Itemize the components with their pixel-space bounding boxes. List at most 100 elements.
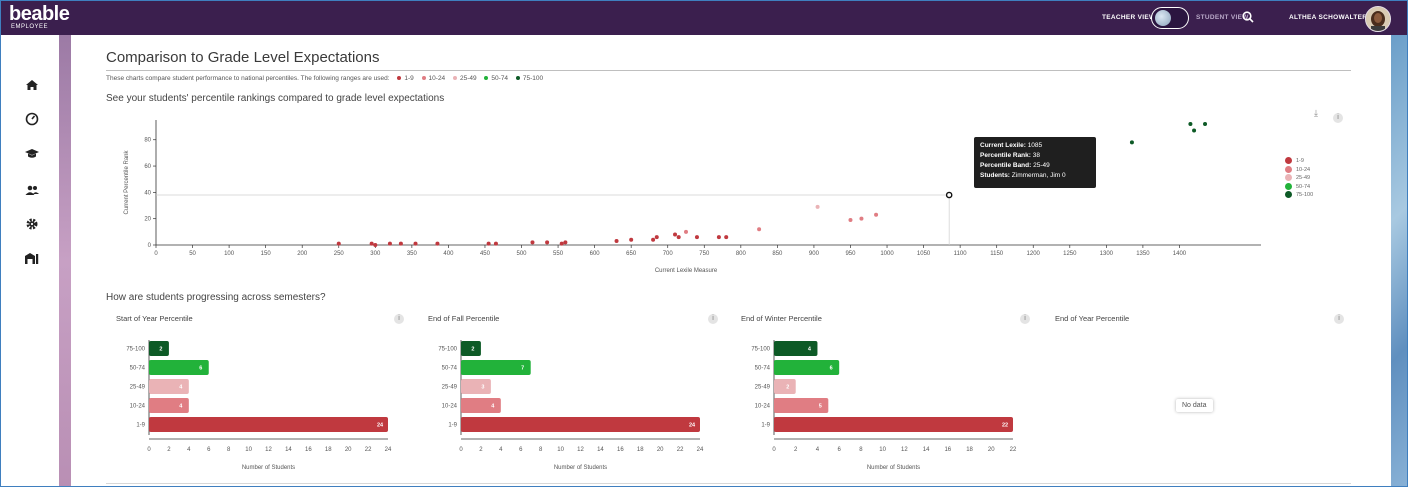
point-tooltip: Current Lexile: 1085 Percentile Rank: 38… (974, 137, 1096, 188)
category-label: 10-24 (755, 404, 771, 410)
y-tick-label: 40 (144, 190, 151, 196)
gear-icon[interactable] (24, 216, 40, 232)
info-icon[interactable]: i (1020, 314, 1030, 324)
data-point (398, 241, 403, 246)
x-tick-label: 16 (617, 447, 624, 453)
category-label: 50-74 (755, 366, 771, 372)
bar-value-label: 5 (819, 404, 822, 410)
x-tick-label: 10 (879, 447, 886, 453)
x-tick-label: 4 (187, 447, 191, 453)
x-tick-label: 900 (809, 251, 820, 257)
x-tick-label: 16 (305, 447, 312, 453)
x-tick-label: 800 (736, 251, 747, 257)
data-point (336, 241, 341, 246)
panel-title-fall: End of Fall Percentile (428, 314, 500, 323)
logo[interactable]: beable (9, 4, 70, 24)
x-tick-label: 20 (988, 447, 995, 453)
x-tick-label: 14 (285, 447, 292, 453)
view-toggle[interactable] (1151, 7, 1189, 29)
range-label: 25-49 (459, 75, 477, 82)
x-axis-label: Current Lexile Measure (655, 268, 718, 274)
teacher-view-label[interactable]: TEACHER VIEW (1102, 14, 1155, 21)
x-tick-label: 300 (370, 251, 381, 257)
legend-item[interactable]: 50-74 (1285, 182, 1313, 192)
home-icon[interactable] (24, 77, 40, 93)
users-icon[interactable] (24, 182, 40, 198)
legend-item[interactable]: 75-100 (1285, 191, 1313, 200)
bar-value-label: 6 (830, 366, 833, 372)
bar (461, 379, 491, 394)
tooltip-value: 38 (1032, 152, 1040, 159)
x-tick-label: 100 (224, 251, 235, 257)
info-icon[interactable]: i (708, 314, 718, 324)
x-tick-label: 6 (207, 447, 211, 453)
bar-value-label: 24 (377, 423, 384, 429)
y-tick-label: 60 (144, 164, 151, 170)
range-label: 10-24 (428, 75, 446, 82)
data-point (559, 241, 564, 246)
bar-value-label: 2 (471, 347, 474, 353)
range-dot (515, 76, 520, 81)
left-nav (1, 35, 59, 486)
x-tick-label: 2 (794, 447, 798, 453)
bar-value-label: 7 (521, 366, 524, 372)
bottom-divider (106, 483, 1351, 484)
x-tick-label: 24 (697, 447, 704, 453)
bars-subtitle: How are students progressing across seme… (106, 292, 326, 303)
x-tick-label: 400 (443, 251, 454, 257)
library-icon[interactable] (24, 250, 40, 266)
category-label: 75-100 (438, 347, 457, 353)
x-tick-label: 8 (227, 447, 231, 453)
x-tick-label: 6 (519, 447, 523, 453)
tooltip-value: 1085 (1027, 142, 1043, 149)
data-point (673, 232, 678, 237)
bar-value-label: 24 (689, 423, 696, 429)
data-point (874, 212, 879, 217)
x-tick-label: 1300 (1100, 251, 1114, 257)
graduation-cap-icon[interactable] (24, 146, 40, 162)
avatar[interactable] (1365, 6, 1391, 32)
bar-chart-start: 75-100 250-74 625-49 410-24 41-9 240 2 4 6 8 10 12 1… (126, 340, 392, 471)
panel-title-start: Start of Year Percentile (116, 314, 193, 323)
gauge-icon[interactable] (24, 111, 40, 127)
category-label: 50-74 (130, 366, 146, 372)
data-point (493, 241, 498, 246)
x-tick-label: 0 (459, 447, 463, 453)
legend-item[interactable]: 1-9 (1285, 157, 1313, 166)
x-tick-label: 8 (539, 447, 543, 453)
x-axis-label: Number of Students (554, 465, 607, 471)
x-tick-label: 14 (923, 447, 930, 453)
search-icon[interactable] (1241, 10, 1255, 24)
category-label: 10-24 (442, 404, 458, 410)
data-point (651, 237, 656, 242)
data-point (757, 227, 762, 232)
info-icon[interactable]: i (1334, 314, 1344, 324)
x-tick-label: 8 (859, 447, 863, 453)
description-text: These charts compare student performance… (106, 75, 390, 82)
legend-item[interactable]: 10-24 (1285, 165, 1313, 175)
x-tick-label: 10 (557, 447, 564, 453)
download-icon[interactable]: ⤓ (1314, 108, 1318, 119)
data-point (694, 235, 699, 240)
range-label: 75-100 (522, 75, 544, 82)
legend-item[interactable]: 25-49 (1285, 174, 1313, 183)
x-tick-label: 0 (772, 447, 776, 453)
bar-value-label: 22 (1002, 423, 1008, 429)
info-icon[interactable]: i (394, 314, 404, 324)
legend-swatch (1285, 165, 1292, 173)
data-point (676, 235, 681, 240)
tooltip-label: Percentile Band: (980, 162, 1032, 169)
logo-subtitle: EMPLOYEE (11, 24, 49, 30)
legend-swatch (1285, 191, 1292, 199)
data-point (545, 240, 550, 245)
user-name[interactable]: ALTHEA SCHOWALTER (1289, 14, 1367, 21)
legend-swatch (1285, 182, 1292, 190)
x-tick-label: 20 (657, 447, 664, 453)
legend-swatch (1285, 157, 1292, 165)
x-tick-label: 12 (265, 447, 272, 453)
info-icon[interactable]: i (1333, 113, 1343, 123)
data-point (563, 240, 568, 245)
data-point (724, 235, 729, 240)
x-tick-label: 850 (772, 251, 783, 257)
x-tick-label: 1250 (1063, 251, 1077, 257)
